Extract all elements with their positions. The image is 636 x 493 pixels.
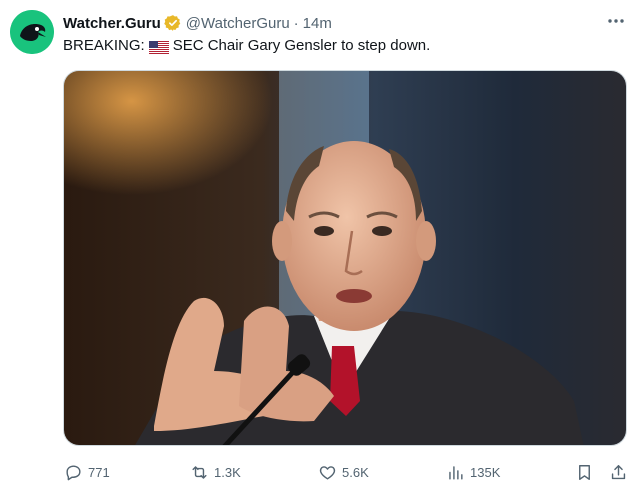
tweet-body-text: SEC Chair Gary Gensler to step down.	[172, 37, 431, 54]
tweet-text: BREAKING: SEC Chair Gary Gensler to step…	[63, 36, 430, 56]
action-bar: 771 1.3K 5.6K 135K	[60, 458, 630, 486]
reply-button[interactable]: 771	[64, 458, 110, 486]
us-flag-icon	[148, 40, 169, 54]
reply-count: 771	[88, 464, 110, 480]
views-button[interactable]: 135K	[446, 458, 500, 486]
breaking-label: BREAKING:	[63, 37, 145, 54]
like-count: 5.6K	[342, 464, 369, 480]
avatar[interactable]	[10, 10, 54, 54]
views-icon	[449, 465, 463, 480]
tweet-header: Watcher.Guru @WatcherGuru · 14m	[63, 12, 626, 34]
like-icon	[319, 465, 336, 480]
separator-dot: ·	[293, 14, 299, 32]
share-icon	[611, 464, 626, 479]
tweet-photo[interactable]	[63, 70, 627, 446]
views-count: 135K	[470, 464, 501, 480]
bookmark-icon	[579, 464, 590, 480]
repost-button[interactable]: 1.3K	[190, 458, 241, 486]
repost-icon	[192, 465, 207, 479]
reply-icon	[66, 464, 81, 480]
more-options-icon[interactable]	[604, 12, 628, 30]
author-name[interactable]: Watcher.Guru	[63, 15, 161, 32]
verified-badge-icon	[164, 14, 182, 32]
watcher-guru-logo	[10, 10, 54, 54]
repost-count: 1.3K	[214, 464, 241, 480]
bookmark-button[interactable]	[575, 458, 594, 486]
author-handle[interactable]: @WatcherGuru	[186, 15, 290, 32]
share-button[interactable]	[609, 458, 628, 486]
like-button[interactable]: 5.6K	[318, 458, 369, 486]
tweet-timestamp[interactable]: 14m	[303, 15, 332, 32]
